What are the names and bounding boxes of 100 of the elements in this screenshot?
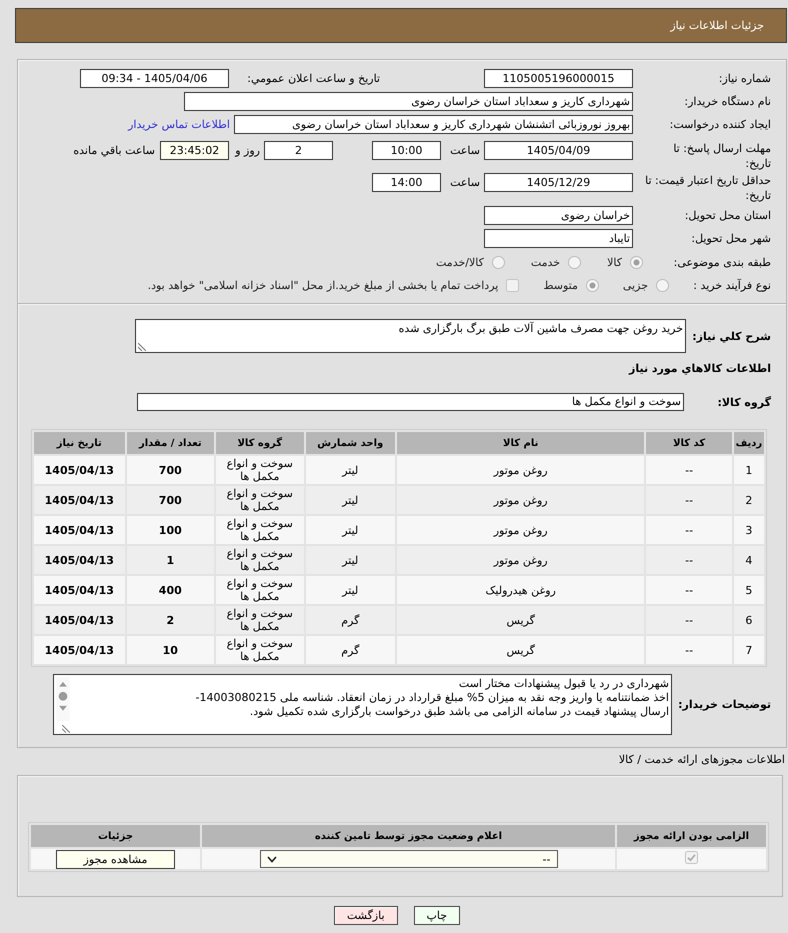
radio-button[interactable] xyxy=(586,279,599,292)
table-cell: گرم xyxy=(306,636,395,664)
table-cell: گرم xyxy=(306,606,395,634)
table-header-cell: اعلام وضعیت مجوز توسط تامین کننده xyxy=(202,825,615,847)
print-button[interactable]: چاپ xyxy=(414,906,460,925)
table-cell: سوخت و انواع مکمل ها xyxy=(216,486,304,514)
table-cell: 1405/04/13 xyxy=(34,546,125,574)
table-header-cell: کد کالا xyxy=(646,432,732,454)
need-number-field[interactable]: 1105005196000015 xyxy=(484,69,633,88)
table-cell: 2 xyxy=(126,606,214,634)
table-cell: 700 xyxy=(126,486,214,514)
table-cell: لیتر xyxy=(306,486,395,514)
radio-label: کالا/خدمت xyxy=(436,255,484,270)
view-permit-button[interactable]: مشاهده مجوز xyxy=(56,850,175,868)
table-cell: 100 xyxy=(126,516,214,544)
checkbox[interactable] xyxy=(685,851,698,864)
radio-label: خدمت xyxy=(530,255,560,270)
resize-grip-icon[interactable] xyxy=(138,343,146,351)
table-cell: 6 xyxy=(734,606,764,634)
table-header-cell: واحد شمارش xyxy=(306,432,395,454)
back-button[interactable]: بازگشت xyxy=(334,906,398,925)
checkbox[interactable] xyxy=(506,279,520,292)
validity-time-field[interactable]: 14:00 xyxy=(372,173,441,192)
table-cell: لیتر xyxy=(306,456,395,484)
table-cell: 400 xyxy=(126,576,214,604)
radio-label: جزیی xyxy=(622,278,648,293)
time-label: ساعت xyxy=(449,143,480,159)
radio-label: کالا xyxy=(607,255,622,270)
remaining-label: ساعت باقي مانده xyxy=(73,143,155,159)
table-cell: 1 xyxy=(126,546,214,574)
table-cell: 5 xyxy=(734,576,764,604)
field-label: گروه کالا: xyxy=(716,394,771,410)
radio-label: متوسط xyxy=(543,278,578,293)
table-cell: سوخت و انواع مکمل ها xyxy=(216,606,304,634)
table-cell: روغن موتور xyxy=(397,516,644,544)
summary-field[interactable]: خرید روغن جهت مصرف ماشین آلات طبق برگ بارگزاری شده xyxy=(135,319,686,353)
table-cell: -- xyxy=(646,546,732,574)
requester-field[interactable]: بهروز نوروزبائی اتشنشان شهرداری کاریز و سعداباد استان خراسان رضوی xyxy=(234,115,633,134)
radio-button[interactable] xyxy=(656,279,669,292)
field-label: نام دستگاه خریدار: xyxy=(683,94,771,109)
contact-link[interactable]: اطلاعات تماس خریدار xyxy=(128,118,230,131)
field-label: شماره نیاز: xyxy=(718,71,771,86)
field-label: توضیحات خریدار: xyxy=(677,697,771,712)
table-cell: سوخت و انواع مکمل ها xyxy=(216,456,304,484)
time-label: ساعت xyxy=(449,175,480,191)
table-header-cell: ردیف xyxy=(734,432,764,454)
chevron-down-icon xyxy=(266,856,276,862)
resize-grip-icon[interactable] xyxy=(62,725,70,733)
status-select[interactable]: -- xyxy=(260,850,558,868)
table-cell: 10 xyxy=(126,636,214,664)
table-cell: 1405/04/13 xyxy=(34,606,125,634)
field-label: حداقل تاریخ اعتبار قیمت: تا تاریخ: xyxy=(644,173,771,203)
radio-button[interactable] xyxy=(492,256,505,269)
table-cell: 1405/04/13 xyxy=(34,576,125,604)
table-cell: سوخت و انواع مکمل ها xyxy=(216,576,304,604)
buyer-name-field[interactable]: شهرداری کاریز و سعداباد استان خراسان رضوی xyxy=(184,92,633,111)
table-cell: 7 xyxy=(734,636,764,664)
table-cell: 4 xyxy=(734,546,764,574)
table-cell: گریس xyxy=(397,636,644,664)
table-cell: روغن موتور xyxy=(397,456,644,484)
table-cell: لیتر xyxy=(306,516,395,544)
city-field[interactable]: تایباد xyxy=(484,229,633,248)
field-label: مهلت ارسال پاسخ: تا تاریخ: xyxy=(672,141,771,171)
validity-date-field[interactable]: 1405/12/29 xyxy=(484,173,633,192)
field-label: ایجاد کننده درخواست: xyxy=(668,117,771,132)
table-header-cell: نام کالا xyxy=(397,432,644,454)
announce-date-field[interactable]: 1405/04/06 - 09:34 xyxy=(80,69,229,88)
radio-button[interactable] xyxy=(630,256,643,269)
table-cell: 1405/04/13 xyxy=(34,516,125,544)
page-title: جزئیات اطلاعات نیاز xyxy=(670,19,764,32)
deadline-time-field[interactable]: 10:00 xyxy=(372,141,441,160)
buyer-notes-field[interactable]: شهرداری در رد یا قبول پیشنهادات مختار است اخذ ضمانتنامه یا واریز وجه نقد به میزان 5% مبلغ قرارداد در زمان انعقاد. شناسه ملی 14003080215- ارسال پیشنهاد قیمت در سامانه الزامی می باشد طبق درخواست بارگزاری شده تکمیل شود. xyxy=(53,674,672,735)
table-cell: لیتر xyxy=(306,576,395,604)
table-header-cell: الزامی بودن ارائه مجوز xyxy=(617,825,766,847)
table-cell: 1405/04/13 xyxy=(34,456,125,484)
table-cell: 2 xyxy=(734,486,764,514)
table-cell: -- xyxy=(646,516,732,544)
table-cell: روغن موتور xyxy=(397,486,644,514)
table-cell: 1405/04/13 xyxy=(34,486,125,514)
field-label: نوع فرآیند خرید : xyxy=(692,278,771,293)
table-header-cell: گروه کالا xyxy=(216,432,304,454)
table-cell: گریس xyxy=(397,606,644,634)
field-label: تاریخ و ساعت اعلان عمومي: xyxy=(246,71,380,86)
table-cell: سوخت و انواع مکمل ها xyxy=(216,636,304,664)
section-title: اطلاعات مجوزهای ارائه خدمت / کالا xyxy=(618,752,786,767)
table-cell: 3 xyxy=(734,516,764,544)
province-field[interactable]: خراسان رضوی xyxy=(484,206,633,225)
days-field[interactable]: 2 xyxy=(264,141,333,160)
deadline-date-field[interactable]: 1405/04/09 xyxy=(484,141,633,160)
field-label: شهر محل تحویل: xyxy=(690,231,771,246)
goods-group-field[interactable]: سوخت و انواع مکمل ها xyxy=(137,393,684,411)
checkbox-label: پرداخت تمام یا بخشی از مبلغ خرید.از محل "اسناد خزانه اسلامی" خواهد بود. xyxy=(148,278,498,293)
radio-button[interactable] xyxy=(568,256,582,269)
days-label: روز و xyxy=(234,143,260,159)
table-cell: -- xyxy=(646,606,732,634)
table-cell: لیتر xyxy=(306,546,395,574)
table-cell: 700 xyxy=(126,456,214,484)
field-label: طبقه بندی موضوعی: xyxy=(672,255,771,270)
remaining-time-field[interactable]: 23:45:02 xyxy=(160,141,229,160)
scrollbar[interactable] xyxy=(56,677,70,722)
